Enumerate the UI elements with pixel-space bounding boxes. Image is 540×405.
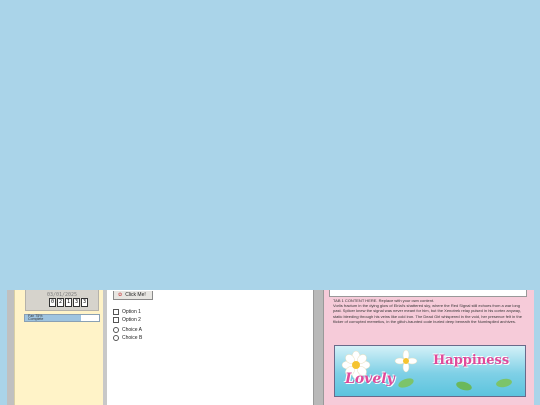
sidebar: 03/01/2025 0 2 1 3 3 Fan 75% Complete xyxy=(14,290,104,405)
checkbox[interactable] xyxy=(113,317,119,323)
radio-choice-a[interactable]: Choice A xyxy=(113,327,142,333)
counter-digit: 3 xyxy=(81,298,88,307)
date-counter-box: 03/01/2025 0 2 1 3 3 xyxy=(25,290,99,311)
hit-counter: 0 2 1 3 3 xyxy=(49,298,88,307)
click-me-button[interactable]: ✿ Click Me! xyxy=(113,291,153,300)
checkbox-option-2[interactable]: Option 2 xyxy=(113,317,141,323)
right-panel-header xyxy=(329,290,527,297)
radio-label: Choice A xyxy=(122,327,143,333)
flower-icon: ✿ xyxy=(118,291,123,298)
progress-bar: Fan 75% Complete xyxy=(24,314,100,322)
radio-button[interactable] xyxy=(113,327,119,333)
counter-digit: 3 xyxy=(73,298,80,307)
middle-panel: ✿ Click Me! Option 1 Option 2 Choice A C… xyxy=(103,290,317,405)
lovely-happiness-banner: Lovely Happiness xyxy=(334,345,526,397)
radio-button[interactable] xyxy=(113,335,119,341)
progress-label: Fan 75% Complete xyxy=(28,314,44,322)
checkbox-label: Option 2 xyxy=(122,317,141,323)
checkbox-option-1[interactable]: Option 1 xyxy=(113,309,141,315)
leaf-icon xyxy=(456,381,472,391)
radio-choice-b[interactable]: Choice B xyxy=(113,335,142,341)
daisy-flower-icon xyxy=(394,349,418,373)
click-me-label: Click Me! xyxy=(125,291,146,298)
checkbox[interactable] xyxy=(113,309,119,315)
tab-content-text: TAB 1 CONTENT HERE. Replace with your ow… xyxy=(333,298,522,324)
counter-digit: 1 xyxy=(65,298,72,307)
right-panel: TAB 1 CONTENT HERE. Replace with your ow… xyxy=(323,290,534,405)
counter-digit: 2 xyxy=(57,298,64,307)
radio-label: Choice B xyxy=(122,335,143,341)
checkbox-label: Option 1 xyxy=(122,309,141,315)
counter-digit: 0 xyxy=(49,298,56,307)
leaf-icon xyxy=(398,378,414,388)
banner-word-happiness: Happiness xyxy=(433,353,510,368)
banner-word-lovely: Lovely xyxy=(345,371,395,387)
leaf-icon xyxy=(496,378,512,388)
app-window: 03/01/2025 0 2 1 3 3 Fan 75% Complete ✿ … xyxy=(7,290,534,405)
